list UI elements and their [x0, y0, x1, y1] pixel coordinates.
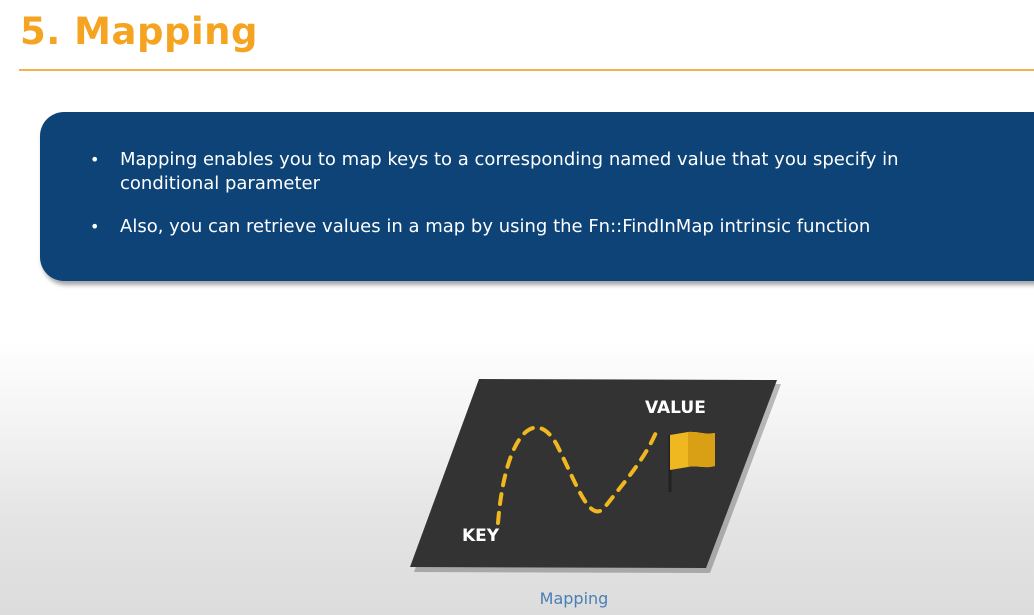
- bullet-dot-icon: •: [90, 217, 100, 236]
- bullet-dot-icon: •: [90, 150, 100, 169]
- bullet-text: Also, you can retrieve values in a map b…: [120, 216, 871, 237]
- mapping-illustration-svg: VALUE KEY: [410, 379, 781, 573]
- bullet-item: • Also, you can retrieve values in a map…: [90, 215, 990, 239]
- bullet-item: • Mapping enables you to map keys to a c…: [90, 148, 990, 196]
- figure-caption: Mapping: [539, 589, 609, 608]
- mapping-illustration: VALUE KEY: [405, 375, 785, 580]
- value-label: VALUE: [645, 398, 706, 418]
- bullet-list: • Mapping enables you to map keys to a c…: [90, 148, 990, 258]
- info-box: • Mapping enables you to map keys to a c…: [40, 112, 1034, 281]
- bullet-text: Mapping enables you to map keys to a cor…: [120, 149, 899, 194]
- key-label: KEY: [462, 526, 500, 546]
- slide-title: 5. Mapping: [20, 10, 258, 53]
- title-divider: [19, 69, 1034, 71]
